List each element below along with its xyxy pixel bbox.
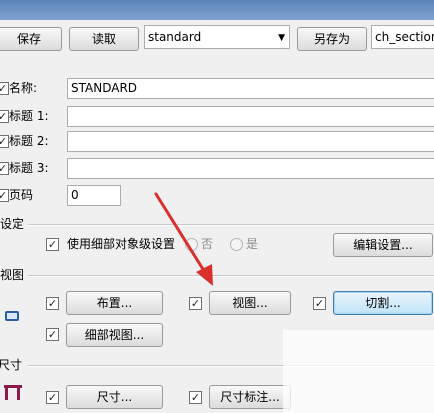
title3-label: 标题 3:	[9, 161, 49, 175]
dimension-icon	[4, 385, 22, 400]
views-group-label: 视图	[0, 268, 25, 282]
window-icon	[5, 311, 19, 321]
preset-select[interactable]: standard ▼	[144, 25, 290, 49]
watermark-overlay	[283, 330, 434, 413]
chevron-down-icon: ▼	[278, 33, 285, 43]
name-input[interactable]: STANDARD	[67, 78, 434, 99]
use-detail-checkbox[interactable]: ✓	[46, 238, 59, 251]
red-arrow-icon	[154, 192, 213, 286]
dimension-mark-checkbox[interactable]: ✓	[189, 391, 202, 404]
title3-input[interactable]	[67, 158, 434, 179]
views-separator	[28, 275, 434, 277]
detail-view-checkbox[interactable]: ✓	[46, 328, 59, 341]
page-label: 页码	[9, 188, 34, 202]
yes-radio[interactable]	[230, 238, 243, 251]
detail-view-button[interactable]: 细部视图...	[66, 323, 163, 347]
save-as-button[interactable]: 另存为	[297, 27, 367, 51]
title2-input[interactable]	[67, 131, 434, 152]
name-checkbox[interactable]: ✓	[0, 82, 9, 95]
read-button[interactable]: 读取	[69, 27, 139, 51]
settings-separator	[28, 224, 434, 226]
dimension-checkbox[interactable]: ✓	[46, 391, 59, 404]
title1-label: 标题 1:	[9, 109, 49, 123]
cut-checkbox[interactable]: ✓	[313, 297, 326, 310]
settings-group-label: 设定	[0, 217, 25, 231]
view-checkbox[interactable]: ✓	[189, 297, 202, 310]
name-label: 名称:	[9, 81, 38, 95]
title1-input[interactable]	[67, 106, 434, 127]
dimension-button[interactable]: 尺寸...	[66, 385, 163, 409]
layout-button[interactable]: 布置...	[66, 291, 163, 315]
view-button[interactable]: 视图...	[209, 291, 291, 315]
layout-checkbox[interactable]: ✓	[46, 297, 59, 310]
edit-settings-button[interactable]: 编辑设置...	[333, 233, 433, 257]
page-checkbox[interactable]: ✓	[0, 189, 9, 202]
save-button[interactable]: 保存	[0, 27, 62, 51]
section-input[interactable]: ch_section	[371, 25, 434, 49]
page-input[interactable]: 0	[67, 185, 121, 206]
title2-checkbox[interactable]: ✓	[0, 135, 9, 148]
preset-value: standard	[148, 30, 202, 44]
yes-label: 是	[246, 237, 259, 251]
title3-checkbox[interactable]: ✓	[0, 162, 9, 175]
dimension-mark-button[interactable]: 尺寸标注...	[209, 385, 291, 409]
title2-label: 标题 2:	[9, 134, 49, 148]
cut-button[interactable]: 切割...	[333, 291, 433, 315]
title1-checkbox[interactable]: ✓	[0, 110, 9, 123]
dimensions-group-label: 尺寸	[0, 358, 23, 372]
window-titlebar	[0, 0, 434, 20]
